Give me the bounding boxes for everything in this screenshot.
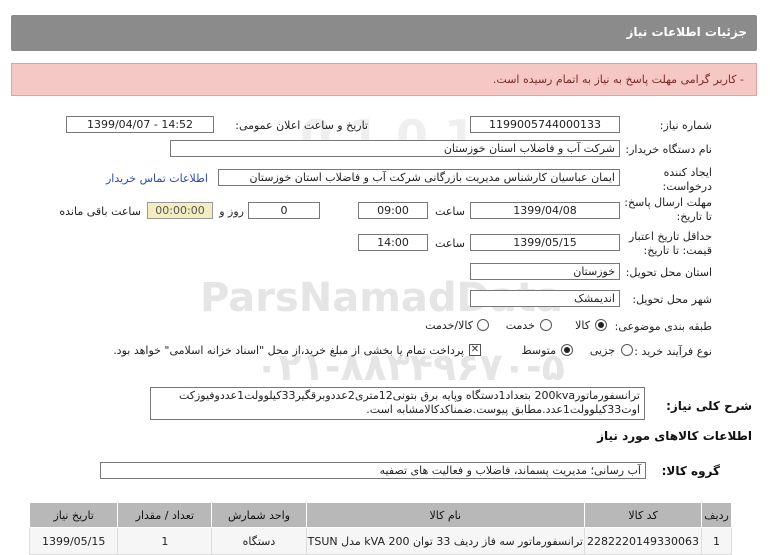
category-radio-goods[interactable] — [595, 319, 607, 331]
deadline-time-label: ساعت — [435, 205, 465, 218]
city-label: شهر محل تحویل: — [632, 293, 712, 306]
page-header: جزئیات اطلاعات نیاز — [11, 15, 757, 51]
creator-label-1: ایجاد کننده — [663, 166, 712, 179]
treasury-payment-checkbox[interactable]: ✕ — [469, 344, 481, 356]
col-unit: واحد شمارش — [211, 502, 307, 528]
category-label: طبقه بندی موضوعی: — [614, 320, 712, 333]
page-title: جزئیات اطلاعات نیاز — [626, 25, 747, 39]
cell-item-code: 2282220149330063 — [583, 527, 703, 555]
creator-label-2: درخواست: — [662, 180, 712, 193]
process-radio-medium[interactable] — [561, 344, 573, 356]
col-item-name: نام کالا — [305, 502, 585, 528]
col-row-number: ردیف — [701, 502, 732, 528]
announce-label: تاریخ و ساعت اعلان عمومی: — [235, 119, 368, 132]
goods-section-title: اطلاعات کالاهای مورد نیاز — [597, 429, 752, 443]
category-option-goods: کالا — [575, 319, 590, 332]
deadline-label-1: مهلت ارسال پاسخ: — [624, 196, 712, 209]
process-radio-minor[interactable] — [621, 344, 633, 356]
validity-label-2: قیمت: تا تاریخ: — [643, 244, 712, 257]
buyer-contact-link[interactable]: اطلاعات تماس خریدار — [106, 172, 208, 185]
cell-unit: دستگاه — [211, 527, 307, 555]
goods-group-field: آب رسانی؛ مدیریت پسماند، فاضلاب و فعالیت… — [100, 462, 646, 479]
creator-field: ایمان عباسیان کارشناس مدیریت بازرگانی شر… — [218, 169, 620, 186]
col-need-date: تاریخ نیاز — [28, 502, 119, 528]
deadline-time-field: 09:00 — [358, 202, 428, 219]
announce-field: 1399/04/07 - 14:52 — [66, 116, 214, 133]
table-row[interactable]: 1 2282220149330063 ترانسفورماتور سه فاز … — [28, 527, 732, 555]
buyer-label: نام دستگاه خریدار: — [625, 143, 712, 156]
city-field: اندیمشک — [470, 290, 620, 307]
remaining-label: ساعت باقی مانده — [59, 205, 141, 218]
validity-time-label: ساعت — [435, 237, 465, 250]
col-item-code: کد کالا — [583, 502, 703, 528]
alert-message: - کاربر گرامی مهلت پاسخ به نیاز به اتمام… — [492, 73, 744, 86]
treasury-payment-text: پرداخت تمام یا بخشی از مبلغ خرید،از محل … — [113, 344, 464, 357]
buyer-field: شرکت آب و فاضلاب استان خوزستان — [170, 140, 620, 157]
days-field: 0 — [248, 202, 320, 219]
province-label: استان محل تحویل: — [625, 266, 712, 279]
category-radio-goods-service[interactable] — [477, 319, 489, 331]
need-details-page: جزئیات اطلاعات نیاز - کاربر گرامی مهلت پ… — [0, 0, 770, 555]
col-quantity: تعداد / مقدار — [117, 502, 213, 528]
description-box: ترانسفورماتور200kva بتعداد1دستگاه وپایه … — [150, 387, 645, 420]
validity-label-1: حداقل تاریخ اعتبار — [628, 230, 712, 243]
validity-date-field: 1399/05/15 — [470, 234, 620, 251]
cell-need-date: 1399/05/15 — [28, 527, 119, 555]
days-label: روز و — [219, 205, 244, 218]
province-field: خوزستان — [470, 263, 620, 280]
need-number-label: شماره نیاز: — [659, 119, 712, 132]
goods-group-label: گروه کالا: — [661, 464, 720, 478]
items-table: ردیف کد کالا نام کالا واحد شمارش تعداد /… — [28, 502, 732, 555]
deadline-alert: - کاربر گرامی مهلت پاسخ به نیاز به اتمام… — [11, 63, 757, 96]
process-option-minor: جزیی — [589, 344, 615, 357]
category-option-goods-service: کالا/خدمت — [425, 319, 473, 332]
remaining-time-field: 00:00:00 — [147, 202, 213, 219]
cell-quantity: 1 — [117, 527, 213, 555]
validity-time-field: 14:00 — [358, 234, 428, 251]
process-label: نوع فرآیند خرید : — [634, 345, 712, 358]
description-label: شرح کلی نیاز: — [666, 399, 752, 413]
category-radio-service[interactable] — [540, 319, 552, 331]
cell-item-name: ترانسفورماتور سه فاز ردیف 33 توان 200 kV… — [305, 527, 585, 555]
process-option-medium: متوسط — [521, 344, 556, 357]
deadline-label-2: تا تاریخ: — [676, 210, 712, 223]
cell-row-number: 1 — [701, 527, 732, 555]
category-option-service: خدمت — [505, 319, 535, 332]
items-table-header: ردیف کد کالا نام کالا واحد شمارش تعداد /… — [28, 502, 732, 528]
deadline-date-field: 1399/04/08 — [470, 202, 620, 219]
need-number-field: 1199005744000133 — [470, 116, 620, 133]
